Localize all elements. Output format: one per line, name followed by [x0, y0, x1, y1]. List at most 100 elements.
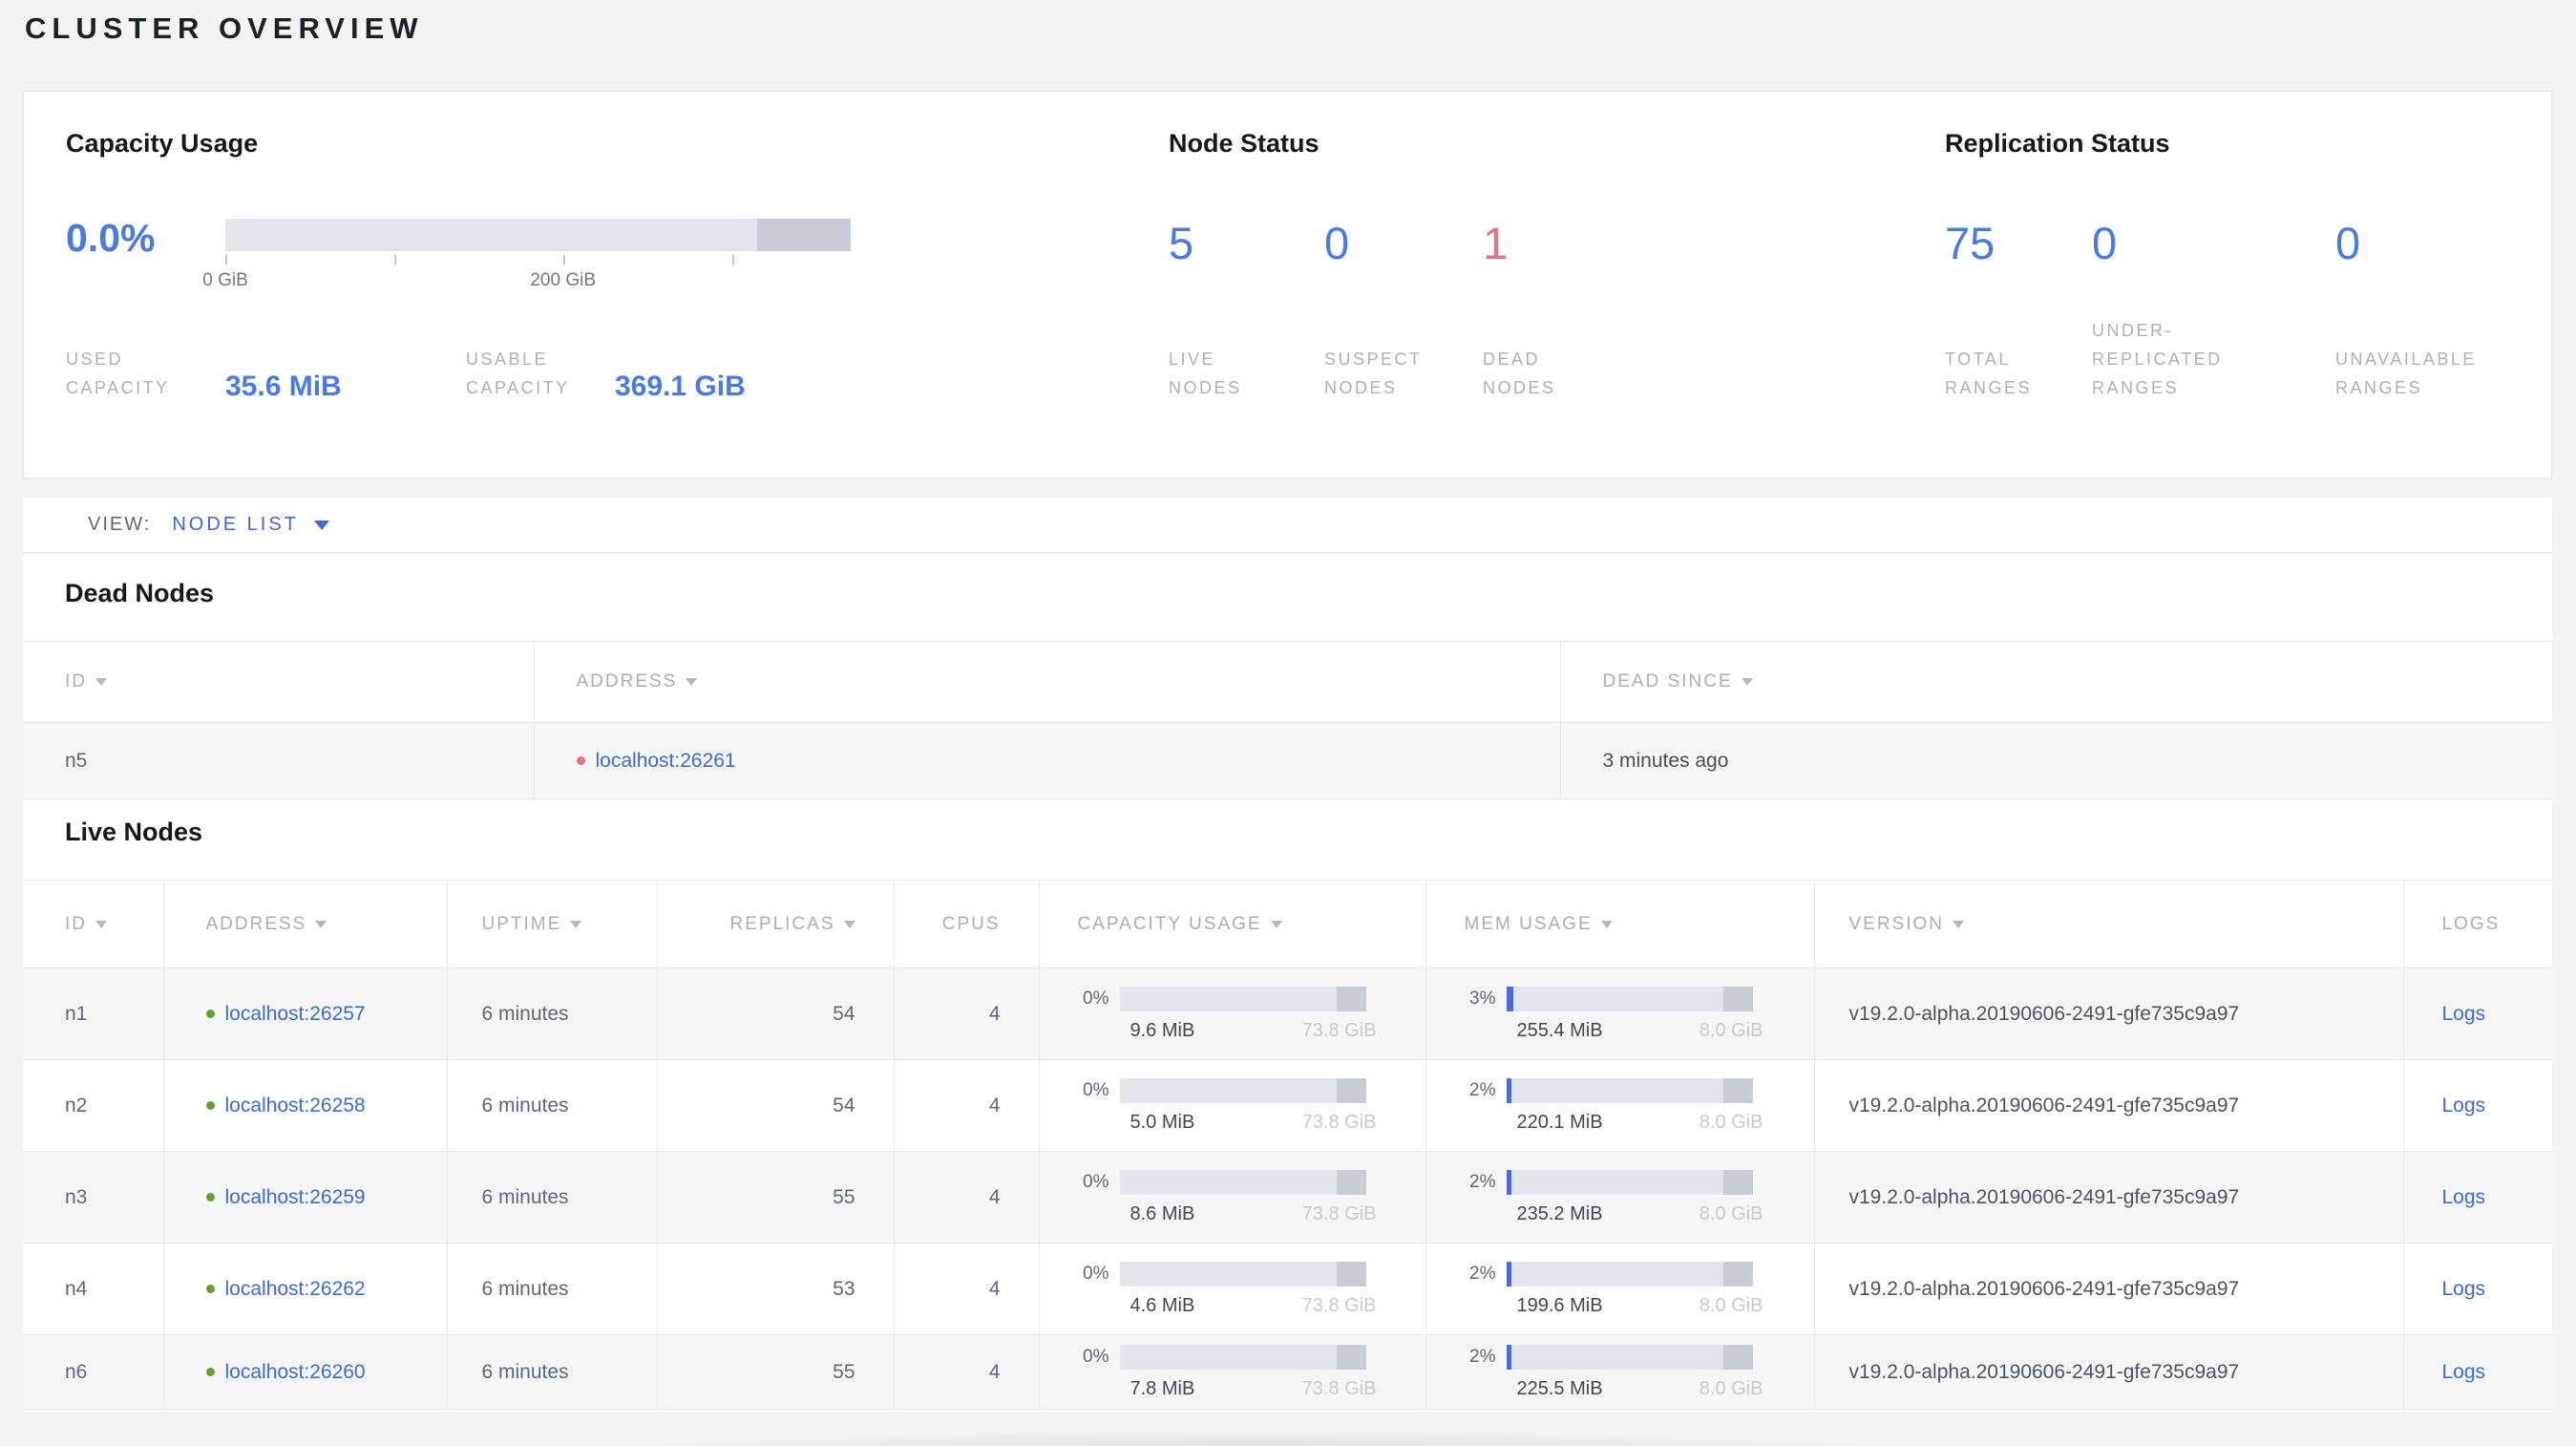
- node-address-link[interactable]: localhost:26262: [225, 1278, 366, 1300]
- cell-logs: Logs: [2403, 1060, 2552, 1152]
- live-col-version[interactable]: VERSION: [1814, 880, 2404, 968]
- dead-col-dead-since[interactable]: DEAD SINCE: [1560, 642, 2552, 723]
- capacity-gauge-track: [225, 219, 851, 251]
- cell-replicas: 54: [657, 968, 895, 1060]
- live-col-replicas[interactable]: REPLICAS: [657, 880, 895, 968]
- cell-capacity-usage: 0% 5.0 MiB 73.8 GiB: [1039, 1059, 1426, 1152]
- under-replicated-count: 0: [2092, 218, 2118, 268]
- capacity-bar: [1119, 1261, 1366, 1287]
- sort-desc-icon: [570, 920, 582, 928]
- mem-bar: [1506, 1344, 1753, 1370]
- capacity-total: 73.8 GiB: [1301, 1202, 1377, 1224]
- node-address-link[interactable]: localhost:26261: [596, 750, 736, 772]
- dead-col-address[interactable]: ADDRESS: [534, 641, 1561, 723]
- view-dropdown-value[interactable]: NODE LIST: [172, 514, 299, 536]
- live-col-cpus: CPUS: [894, 880, 1040, 968]
- logs-link[interactable]: Logs: [2442, 1095, 2486, 1116]
- table-row: n2 localhost:26258 6 minutes 54 4 0% 5.0…: [23, 1059, 2552, 1152]
- cell-logs: Logs: [2403, 1335, 2552, 1410]
- mem-total: 8.0 GiB: [1699, 1019, 1763, 1041]
- mem-total: 8.0 GiB: [1699, 1202, 1763, 1224]
- capacity-bar: [1119, 1344, 1366, 1370]
- replication-status-section: Replication Status 75 TOTAL RANGES 0 UND…: [1945, 128, 2518, 402]
- used-capacity-value: 35.6 MiB: [225, 371, 342, 402]
- cell-uptime: 6 minutes: [447, 1243, 658, 1335]
- capacity-percent: 0%: [1083, 1263, 1109, 1284]
- nodes-content-card: Dead Nodes ID ADDRESS DEAD SINCE n5 loca…: [23, 554, 2552, 1412]
- live-col-mem-label: MEM USAGE: [1464, 913, 1593, 934]
- logs-link[interactable]: Logs: [2442, 1278, 2486, 1300]
- capacity-total: 73.8 GiB: [1301, 1111, 1377, 1133]
- node-address-link[interactable]: localhost:26258: [225, 1095, 366, 1116]
- usable-capacity-label: USABLE CAPACITY: [466, 350, 570, 397]
- dead-col-id[interactable]: ID: [23, 641, 535, 723]
- live-col-id[interactable]: ID: [23, 880, 164, 968]
- capacity-percent: 0%: [1083, 1346, 1109, 1367]
- bottom-scroll-shadow: [449, 1417, 2576, 1446]
- cell-node-id: n3: [23, 1151, 164, 1244]
- cell-capacity-usage: 0% 7.8 MiB 73.8 GiB: [1039, 1334, 1426, 1410]
- mem-bar: [1506, 986, 1753, 1011]
- capacity-total: 73.8 GiB: [1301, 1377, 1377, 1399]
- cell-version: v19.2.0-alpha.20190606-2491-gfe735c9a97: [1814, 1151, 2404, 1244]
- cell-node-id: n1: [23, 968, 164, 1060]
- node-address-link[interactable]: localhost:26260: [225, 1361, 366, 1383]
- sort-desc-icon: [315, 920, 327, 928]
- capacity-used: 4.6 MiB: [1130, 1294, 1195, 1316]
- live-col-replicas-label: REPLICAS: [729, 913, 835, 934]
- live-col-address-label: ADDRESS: [205, 913, 307, 934]
- logs-link[interactable]: Logs: [2442, 1361, 2486, 1383]
- capacity-percent: 0%: [1083, 988, 1109, 1009]
- total-ranges-count: 75: [1945, 218, 1995, 268]
- capacity-used: 5.0 MiB: [1130, 1111, 1195, 1133]
- table-row: n5 localhost:26261 3 minutes ago: [23, 722, 2552, 799]
- mem-bar: [1506, 1169, 1753, 1195]
- cell-logs: Logs: [2403, 1244, 2552, 1335]
- cell-replicas: 53: [657, 1243, 895, 1335]
- capacity-gauge-ticks: [225, 255, 851, 268]
- mem-percent: 2%: [1469, 1171, 1496, 1192]
- usable-capacity-stat: USABLE CAPACITY 369.1 GiB: [466, 345, 746, 402]
- live-col-capacity-label: CAPACITY USAGE: [1077, 913, 1262, 934]
- cell-capacity-usage: 0% 9.6 MiB 73.8 GiB: [1039, 968, 1426, 1060]
- capacity-percent: 0%: [1083, 1171, 1109, 1192]
- live-col-uptime[interactable]: UPTIME: [447, 880, 658, 968]
- logs-link[interactable]: Logs: [2442, 1003, 2486, 1025]
- mem-bar-fill: [1506, 1077, 1511, 1103]
- live-nodes-label: LIVE NODES: [1169, 350, 1242, 397]
- node-address-link[interactable]: localhost:26257: [225, 1003, 366, 1025]
- mem-bar-fill: [1506, 986, 1514, 1011]
- live-col-mem-usage[interactable]: MEM USAGE: [1425, 880, 1815, 968]
- dead-col-address-label: ADDRESS: [576, 671, 678, 691]
- live-node-dot-icon: [205, 1367, 215, 1376]
- capacity-bar: [1119, 1077, 1366, 1103]
- cell-address: localhost:26260: [163, 1334, 448, 1410]
- dead-col-dead-since-label: DEAD SINCE: [1602, 671, 1733, 691]
- cell-mem-usage: 3% 255.4 MiB 8.0 GiB: [1425, 968, 1815, 1060]
- chevron-down-icon: [313, 520, 329, 530]
- capacity-usage-section: Capacity Usage 0.0% 0 GiB 200 GiB USED C…: [66, 128, 1116, 402]
- dead-nodes-label: DEAD NODES: [1483, 350, 1556, 397]
- under-replicated-label: UNDER-REPLICATED RANGES: [2092, 321, 2223, 397]
- cell-mem-usage: 2% 199.6 MiB 8.0 GiB: [1425, 1243, 1815, 1335]
- logs-link[interactable]: Logs: [2442, 1186, 2486, 1208]
- total-ranges-label: TOTAL RANGES: [1945, 350, 2033, 397]
- mem-bar: [1506, 1077, 1753, 1103]
- used-capacity-stat: USED CAPACITY 35.6 MiB: [66, 345, 466, 402]
- capacity-percent: 0%: [1083, 1079, 1109, 1100]
- live-col-address[interactable]: ADDRESS: [163, 880, 448, 968]
- cell-replicas: 55: [657, 1334, 895, 1410]
- cell-node-id: n6: [23, 1334, 164, 1410]
- mem-used: 235.2 MiB: [1516, 1202, 1603, 1224]
- cell-version: v19.2.0-alpha.20190606-2491-gfe735c9a97: [1814, 1243, 2404, 1335]
- view-dropdown[interactable]: NODE LIST: [172, 514, 329, 536]
- capacity-used: 9.6 MiB: [1130, 1019, 1195, 1041]
- cell-version: v19.2.0-alpha.20190606-2491-gfe735c9a97: [1814, 968, 2404, 1060]
- live-col-capacity-usage[interactable]: CAPACITY USAGE: [1039, 880, 1426, 968]
- capacity-gauge: 0 GiB 200 GiB: [202, 219, 851, 293]
- node-address-link[interactable]: localhost:26259: [225, 1186, 366, 1208]
- gauge-axis-label-200: 200 GiB: [530, 270, 597, 290]
- mem-used: 225.5 MiB: [1516, 1377, 1603, 1399]
- capacity-total: 73.8 GiB: [1301, 1019, 1377, 1041]
- gauge-axis-label-0: 0 GiB: [202, 270, 248, 290]
